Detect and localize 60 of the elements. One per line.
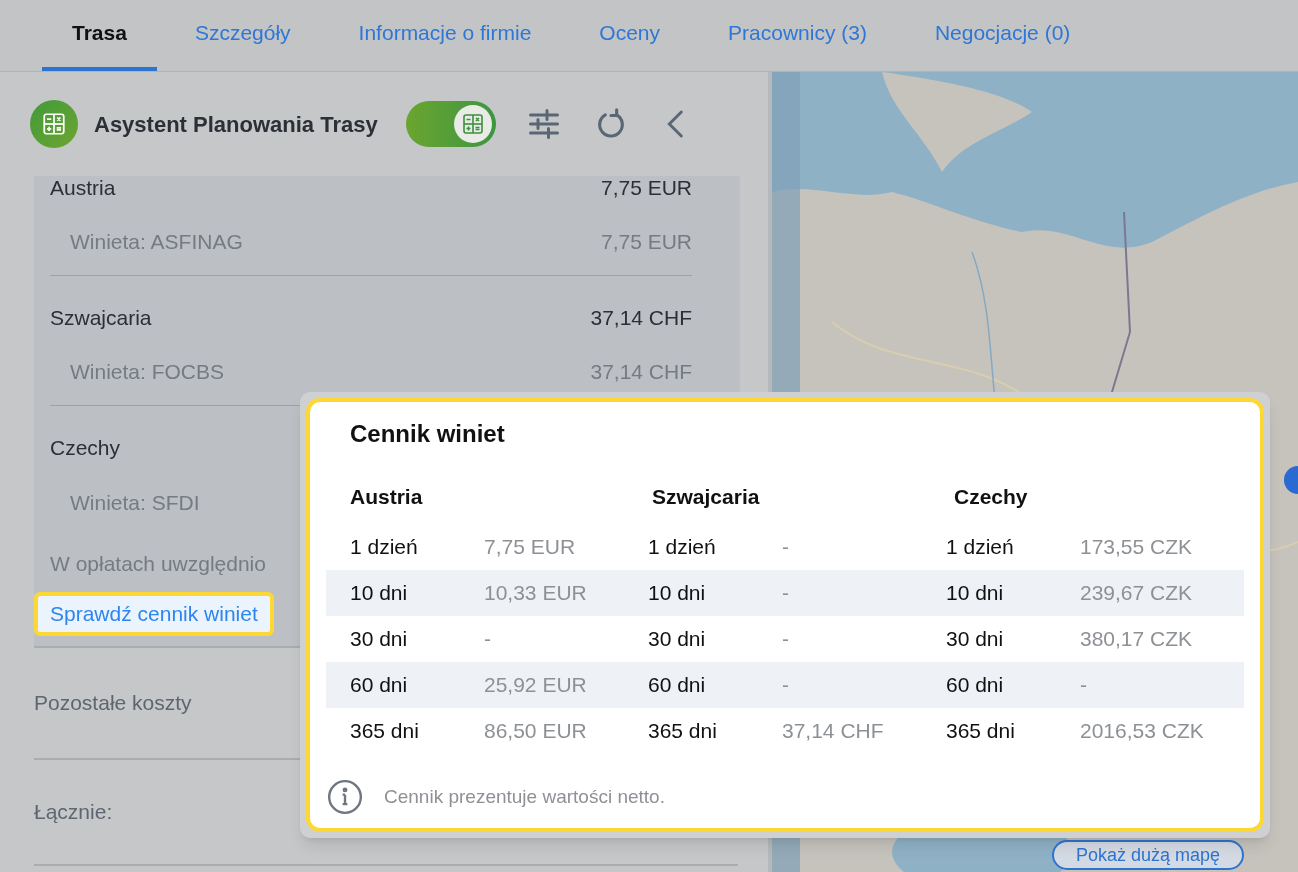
tab[interactable]: Szczegóły: [164, 0, 321, 71]
price-cell-text: 173,55 CZK: [1080, 534, 1193, 561]
period-cell-text: 30 dni: [946, 626, 1005, 653]
other-costs-label: Pozostałe koszty: [34, 690, 192, 717]
country-name: Austria: [50, 175, 116, 202]
price-cell-text: 380,17 CZK: [1080, 626, 1193, 653]
country-amount: 37,14 CHF: [590, 305, 692, 332]
period-cell-text: 365 dni: [946, 718, 1016, 745]
tab[interactable]: Oceny: [569, 0, 691, 71]
period-cell-text: 1 dzień: [946, 534, 1015, 561]
period-cell-text: 60 dni: [648, 672, 707, 699]
calculator-icon: [460, 112, 485, 136]
show-map-button[interactable]: Pokaż dużą mapę: [1052, 840, 1245, 870]
vignette-amount: 7,75 EUR: [600, 228, 692, 255]
assistant-toggle[interactable]: [405, 101, 496, 147]
period-cell-text: 10 dni: [946, 580, 1005, 607]
price-cell-text: 37,14 CHF: [782, 718, 884, 745]
vignette-amount: 37,14 CHF: [590, 358, 692, 385]
period-cell-text: 365 dni: [648, 718, 718, 745]
price-cell-text: 2016,53 CZK: [1080, 718, 1204, 745]
tab[interactable]: Informacje o firmie: [328, 0, 562, 71]
vignette-label: Winieta: SFDI: [70, 489, 200, 516]
country-heading: Austria: [350, 484, 424, 511]
price-cell-text: -: [782, 534, 789, 561]
period-cell-text: 1 dzień: [648, 534, 717, 561]
price-cell-text: 86,50 EUR: [484, 718, 587, 745]
info-icon: [326, 778, 364, 816]
price-cell-text: 239,67 CZK: [1080, 580, 1193, 607]
calculator-icon: [41, 111, 67, 137]
period-cell-text: 10 dni: [648, 580, 707, 607]
popup-title: Cennik winiet: [349, 419, 506, 449]
period-cell-text: 60 dni: [946, 672, 1005, 699]
country-name: Szwajcaria: [50, 305, 152, 332]
country-heading: Czechy: [954, 484, 1029, 511]
period-cell-text: 365 dni: [350, 718, 420, 745]
country-name: Czechy: [50, 435, 121, 462]
popup-footnote: Cennik prezentuje wartości netto.: [384, 784, 665, 809]
price-cell-text: -: [782, 672, 789, 699]
fees-note: W opłatach uwzględnio: [50, 551, 266, 578]
price-cell-text: 7,75 EUR: [484, 534, 576, 561]
price-cell-text: -: [1080, 672, 1087, 699]
period-cell-text: 1 dzień: [350, 534, 419, 561]
price-cell-text: -: [484, 626, 491, 653]
price-cell-text: -: [782, 626, 789, 653]
period-cell-text: 30 dni: [648, 626, 707, 653]
country-heading: Szwajcaria: [652, 484, 761, 511]
price-cell-text: 25,92 EUR: [484, 672, 587, 699]
price-cell-text: 10,33 EUR: [484, 580, 587, 607]
price-list-link[interactable]: Sprawdź cennik winiet: [34, 592, 274, 636]
period-cell-text: 10 dni: [350, 580, 409, 607]
tab[interactable]: Negocjacje (0): [904, 0, 1101, 71]
assistant-title: Asystent Planowania Trasy: [94, 110, 378, 139]
period-cell-text: 30 dni: [350, 626, 409, 653]
vignette-label: Winieta: ASFINAG: [70, 228, 243, 255]
period-cell-text: 60 dni: [350, 672, 409, 699]
country-amount: 7,75 EUR: [600, 175, 692, 202]
tab[interactable]: Pracownicy (3): [698, 0, 897, 71]
price-cell-text: -: [782, 580, 789, 607]
total-label: Łącznie:: [34, 799, 113, 826]
vignette-label: Winieta: FOCBS: [70, 358, 225, 385]
